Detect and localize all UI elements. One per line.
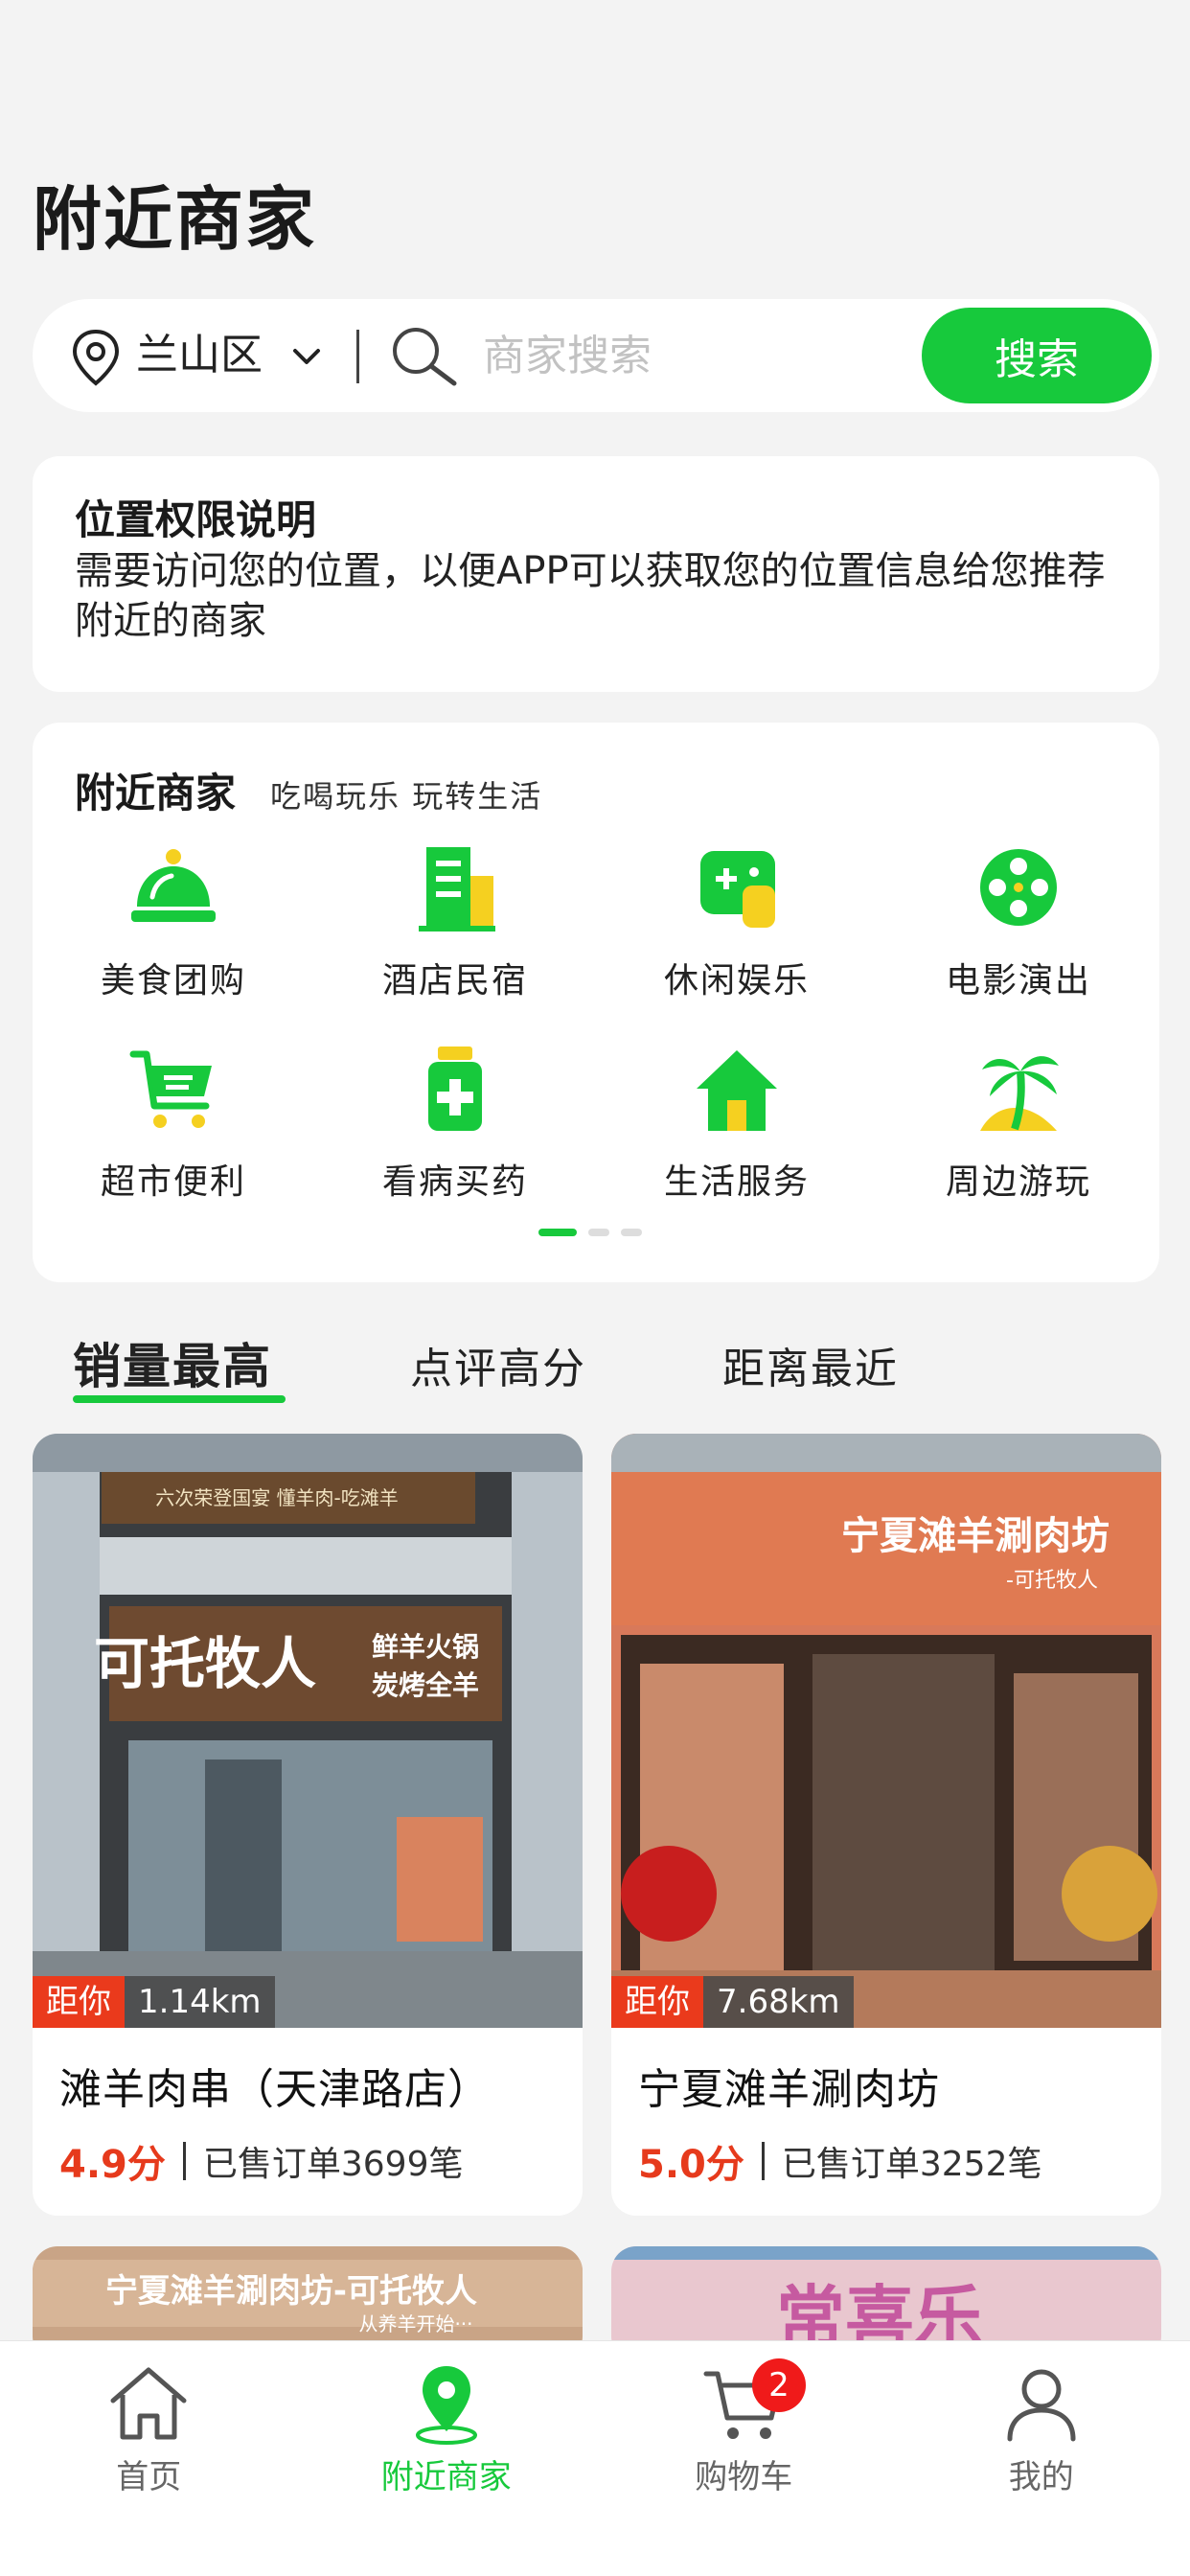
sign-main-text: 宁夏滩羊涮肉坊-可托牧人	[105, 2272, 477, 2311]
category-grid: 美食团购 酒店民宿 休闲娱乐 电影演出 超市便利 看病买药 生活服务 周边游玩	[33, 843, 1159, 1204]
location-pin-icon	[415, 2366, 477, 2445]
tab-top-sales[interactable]: 销量最高	[73, 1328, 272, 1397]
distance-tag: 距你 7.68km	[611, 1976, 854, 2028]
nav-label: 购物车	[695, 2458, 793, 2496]
permission-title: 位置权限说明	[75, 496, 317, 543]
category-label: 电影演出	[945, 961, 1091, 1000]
category-hotel[interactable]: 酒店民宿	[314, 843, 596, 1002]
nav-label: 我的	[1008, 2458, 1074, 2496]
active-tab-indicator	[73, 1395, 286, 1403]
sign-main-text: 宁夏滩羊涮肉坊	[841, 1514, 1110, 1558]
nav-profile[interactable]: 我的	[893, 2341, 1190, 2576]
divider	[356, 330, 359, 383]
shop-photo: 六次荣登国宴 懂羊肉-吃滩羊 可托牧人 鲜羊火锅 炭烤全羊	[33, 1434, 583, 2028]
search-input[interactable]	[483, 326, 904, 385]
film-reel-icon	[980, 849, 1057, 926]
house-icon	[697, 1050, 777, 1131]
category-label: 美食团购	[100, 961, 246, 1000]
shop-card[interactable]: 六次荣登国宴 懂羊肉-吃滩羊 可托牧人 鲜羊火锅 炭烤全羊 距你 1.14km …	[33, 1434, 583, 2216]
tab-top-rated[interactable]: 点评高分	[410, 1334, 586, 1395]
search-icon	[393, 328, 457, 386]
sign-top-text: 六次荣登国宴 懂羊肉-吃滩羊	[155, 1486, 399, 1509]
search-bar: 兰山区 搜索	[33, 299, 1159, 412]
distance-value: 1.14km	[125, 1976, 275, 2028]
nav-label: 首页	[116, 2458, 182, 2496]
search-button[interactable]: 搜索	[922, 308, 1152, 403]
category-food[interactable]: 美食团购	[33, 843, 314, 1002]
sort-tabs: 销量最高 点评高分 距离最近	[73, 1328, 1127, 1405]
permission-card: 位置权限说明 需要访问您的位置，以便APP可以获取您的位置信息给您推荐附近的商家	[33, 456, 1159, 692]
shopping-cart-icon	[129, 1050, 212, 1128]
divider	[182, 2142, 186, 2180]
category-card: 附近商家 吃喝玩乐 玩转生活 美食团购 酒店民宿 休闲娱乐 电影演出 超市便利 …	[33, 723, 1159, 1282]
category-label: 周边游玩	[945, 1162, 1091, 1202]
cart-badge: 2	[752, 2358, 806, 2412]
sign-sub-text: 鲜羊火锅	[372, 1631, 479, 1663]
shop-rating: 5.0分	[638, 2143, 744, 2187]
shop-card[interactable]: 宁夏滩羊涮肉坊 -可托牧人 距你 7.68km 宁夏滩羊涮肉坊 5.0分 已售订…	[611, 1434, 1161, 2216]
shop-name: 滩羊肉串（天津路店）	[59, 2065, 491, 2114]
sign-sub-text: 炭烤全羊	[372, 1669, 479, 1701]
shop-rating: 4.9分	[59, 2143, 166, 2187]
category-label: 看病买药	[381, 1162, 528, 1202]
bottom-nav: 首页 附近商家 2 购物车 我的	[0, 2340, 1190, 2576]
location-pin-icon[interactable]	[69, 328, 123, 387]
pager-dots	[538, 1229, 642, 1236]
nav-cart[interactable]: 2 购物车	[595, 2341, 893, 2576]
user-icon	[1007, 2369, 1076, 2442]
category-movie[interactable]: 电影演出	[878, 843, 1159, 1002]
category-label: 超市便利	[100, 1162, 246, 1202]
category-life-service[interactable]: 生活服务	[596, 1045, 878, 1204]
category-subtitle: 吃喝玩乐 玩转生活	[270, 778, 543, 815]
divider	[761, 2142, 765, 2180]
home-icon	[110, 2367, 187, 2440]
shop-sales: 已售订单3252笔	[781, 2145, 1042, 2184]
category-label: 酒店民宿	[381, 961, 528, 1000]
sign-sub-text: -可托牧人	[1006, 1569, 1098, 1593]
nav-nearby[interactable]: 附近商家	[298, 2341, 596, 2576]
distance-tag: 距你 1.14km	[33, 1976, 275, 2028]
shop-sales: 已售订单3699笔	[202, 2145, 464, 2184]
shop-meta: 5.0分 已售订单3252笔	[638, 2133, 1041, 2189]
category-entertainment[interactable]: 休闲娱乐	[596, 843, 878, 1002]
category-medicine[interactable]: 看病买药	[314, 1045, 596, 1204]
nav-home[interactable]: 首页	[0, 2341, 298, 2576]
shop-name: 宁夏滩羊涮肉坊	[638, 2065, 940, 2114]
palm-tree-icon	[980, 1056, 1059, 1131]
pager-dot[interactable]	[621, 1229, 642, 1236]
page-title: 附近商家	[33, 179, 317, 260]
food-cloche-icon	[131, 849, 216, 922]
pager-dot[interactable]	[538, 1229, 577, 1236]
medicine-icon	[428, 1046, 482, 1131]
distance-label: 距你	[611, 1976, 703, 2028]
permission-text: 需要访问您的位置，以便APP可以获取您的位置信息给您推荐附近的商家	[75, 549, 1106, 643]
pager-dot[interactable]	[588, 1229, 609, 1236]
district-selector[interactable]: 兰山区	[136, 328, 263, 383]
hotel-building-icon	[419, 847, 495, 932]
category-supermarket[interactable]: 超市便利	[33, 1045, 314, 1204]
distance-value: 7.68km	[703, 1976, 854, 2028]
sign-sub-text: 从养羊开始···	[358, 2312, 472, 2335]
tab-nearest[interactable]: 距离最近	[722, 1334, 899, 1395]
category-title: 附近商家	[75, 770, 237, 816]
shop-photo: 宁夏滩羊涮肉坊 -可托牧人	[611, 1434, 1161, 2028]
category-label: 休闲娱乐	[663, 961, 810, 1000]
shop-meta: 4.9分 已售订单3699笔	[59, 2133, 463, 2189]
gamepad-icon	[700, 851, 775, 928]
nav-label: 附近商家	[380, 2458, 512, 2496]
distance-label: 距你	[33, 1976, 125, 2028]
sign-main-text: 可托牧人	[94, 1631, 316, 1696]
category-label: 生活服务	[663, 1162, 810, 1202]
chevron-down-icon[interactable]	[289, 339, 324, 374]
category-travel[interactable]: 周边游玩	[878, 1045, 1159, 1204]
